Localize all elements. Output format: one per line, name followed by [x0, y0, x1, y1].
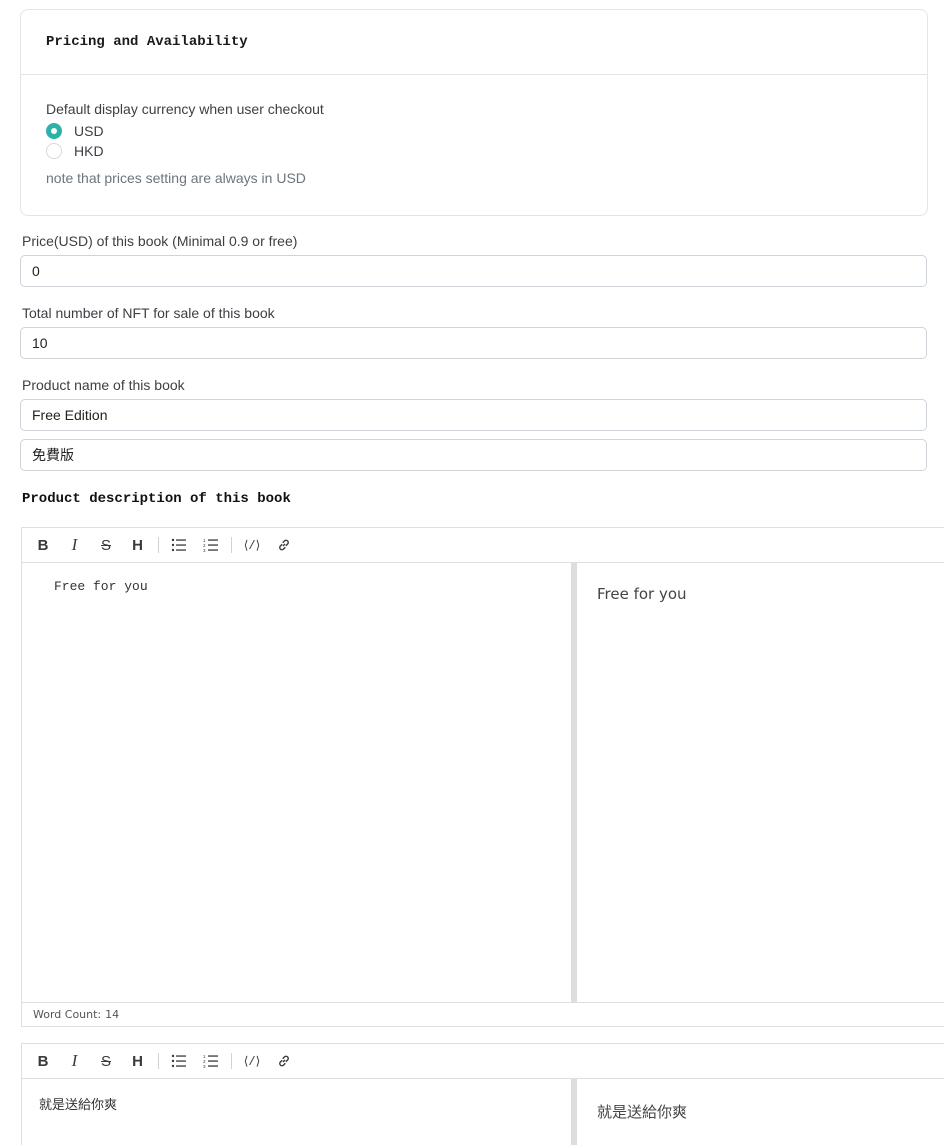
word-count-bar: Word Count: 14	[22, 1002, 944, 1026]
code-icon[interactable]: ⟨/⟩	[241, 534, 263, 556]
currency-option-usd[interactable]: USD	[46, 121, 927, 141]
price-input[interactable]	[20, 255, 927, 287]
card-header: Pricing and Availability	[21, 10, 927, 75]
italic-button[interactable]: I	[64, 534, 86, 556]
bold-button[interactable]: B	[32, 534, 54, 556]
word-count-value: 14	[105, 1008, 120, 1021]
toolbar-divider	[231, 1053, 232, 1069]
bold-button[interactable]: B	[32, 1050, 54, 1072]
nft-count-input[interactable]	[20, 327, 927, 359]
toolbar-divider	[158, 1053, 159, 1069]
bullet-list-icon[interactable]	[168, 1050, 190, 1072]
toolbar-divider	[158, 537, 159, 553]
word-count-label: Word Count:	[33, 1008, 102, 1021]
currency-label: Default display currency when user check…	[46, 101, 324, 117]
code-icon[interactable]: ⟨/⟩	[241, 1050, 263, 1072]
radio-hkd[interactable]	[46, 143, 62, 159]
card-title: Pricing and Availability	[46, 34, 248, 50]
product-name-en-input[interactable]	[20, 399, 927, 431]
price-label: Price(USD) of this book (Minimal 0.9 or …	[22, 233, 298, 249]
editor-toolbar: B I S H 123 ⟨/⟩	[22, 1044, 944, 1079]
link-icon[interactable]	[273, 534, 295, 556]
heading-button[interactable]: H	[127, 534, 149, 556]
strikethrough-button[interactable]: S	[95, 534, 117, 556]
strikethrough-button[interactable]: S	[95, 1050, 117, 1072]
description-editor-zh: B I S H 123 ⟨/⟩ 就是送給你爽 就是送給你爽	[21, 1043, 944, 1145]
editor-textarea[interactable]: Free for you	[22, 563, 571, 1002]
numbered-list-icon[interactable]: 123	[200, 534, 222, 556]
italic-button[interactable]: I	[64, 1050, 86, 1072]
card-body: Default display currency when user check…	[21, 75, 927, 186]
editor-preview: Free for you	[597, 585, 687, 603]
radio-usd-label: USD	[74, 123, 104, 139]
nft-count-label: Total number of NFT for sale of this boo…	[22, 305, 275, 321]
bullet-list-icon[interactable]	[168, 534, 190, 556]
product-name-label: Product name of this book	[22, 377, 185, 393]
svg-text:3: 3	[203, 1064, 206, 1068]
editor-textarea[interactable]: 就是送給你爽	[22, 1079, 571, 1145]
radio-usd[interactable]	[46, 123, 62, 139]
product-name-zh-input[interactable]	[20, 439, 927, 471]
editor-panes: Free for you Free for you	[22, 563, 944, 1002]
currency-option-hkd[interactable]: HKD	[46, 141, 927, 161]
svg-text:3: 3	[203, 548, 206, 552]
radio-hkd-label: HKD	[74, 143, 104, 159]
pricing-card: Pricing and Availability Default display…	[20, 9, 928, 216]
numbered-list-icon[interactable]: 123	[200, 1050, 222, 1072]
currency-note: note that prices setting are always in U…	[46, 170, 306, 186]
toolbar-divider	[231, 537, 232, 553]
editor-panes: 就是送給你爽 就是送給你爽	[22, 1079, 944, 1145]
editor-toolbar: B I S H 123 ⟨/⟩	[22, 528, 944, 563]
editor-preview: 就是送給你爽	[597, 1103, 688, 1121]
description-editor-en: B I S H 123 ⟨/⟩ Free for you Free for yo…	[21, 527, 944, 1027]
description-title: Product description of this book	[22, 491, 291, 507]
heading-button[interactable]: H	[127, 1050, 149, 1072]
link-icon[interactable]	[273, 1050, 295, 1072]
